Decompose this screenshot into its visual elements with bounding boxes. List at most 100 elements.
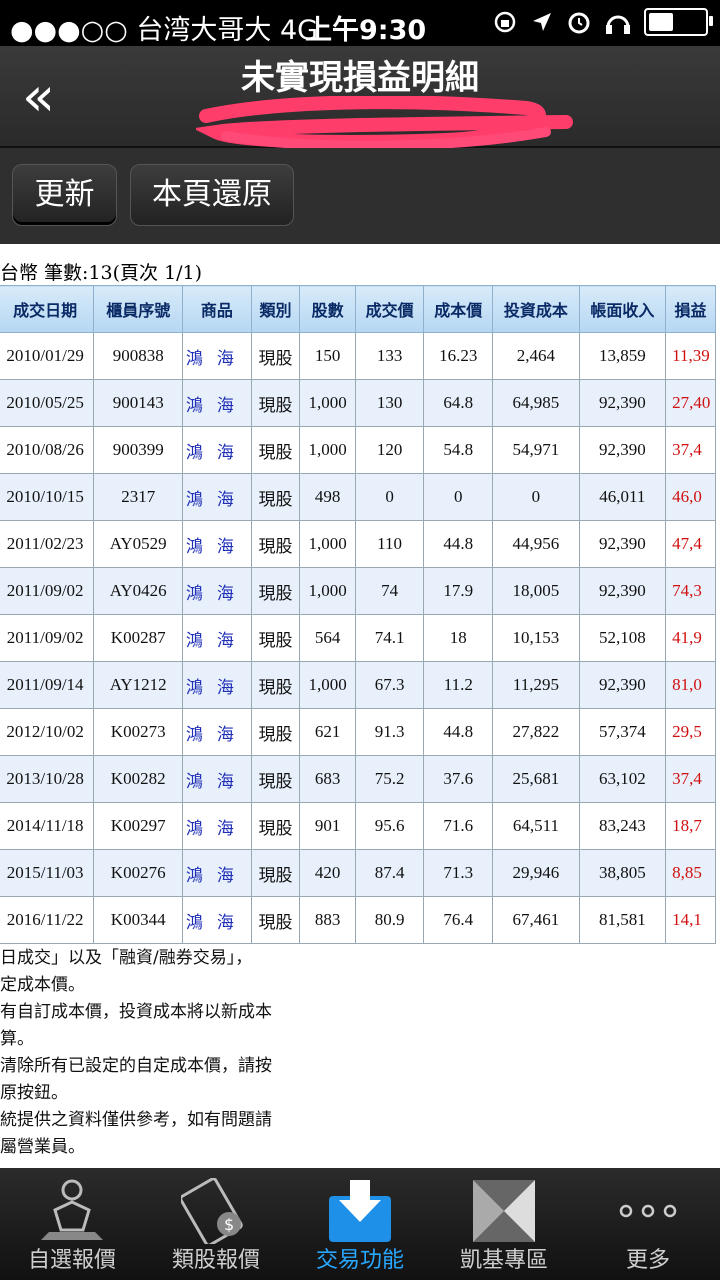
cell-profit-loss: 14,1 (665, 896, 716, 944)
cell-investment-cost: 10,153 (492, 614, 580, 662)
status-time: 上午9:30 (305, 15, 427, 46)
column-header-cost-price: 成本價 (423, 285, 494, 333)
cell-trade-price: 91.3 (354, 708, 425, 756)
table-row[interactable]: 2011/09/14 AY1212 鴻海 現股 1,000 67.3 11.2 11,295 9… (0, 661, 716, 709)
table-row[interactable]: 2010/01/29 900838 鴻海 現股 150 133 16.23 2,464 13,8… (0, 332, 716, 380)
cell-investment-cost: 27,822 (492, 708, 580, 756)
cell-investment-cost: 64,985 (492, 379, 580, 427)
refresh-button[interactable]: 更新 (12, 164, 117, 226)
tab-label: 自選報價 (27, 1248, 116, 1273)
cell-book-income: 57,374 (578, 708, 667, 756)
cell-book-income: 92,390 (578, 661, 667, 709)
note-line: 定成本價。 (0, 975, 85, 995)
cell-book-income: 81,581 (578, 896, 667, 944)
cell-trade-price: 67.3 (354, 661, 425, 709)
tab-kgi-zone[interactable]: 凱基專區 (432, 1168, 576, 1280)
headphones-icon (606, 15, 630, 34)
table-header-row: 成交日期 櫃員序號 商品 類別 股數 成交價 成本價 投資成本 帳面收入 損益 (0, 285, 716, 333)
cell-trade-price: 133 (354, 332, 425, 380)
table-row[interactable]: 2016/11/22 K00344 鴻海 現股 883 80.9 76.4 67,461 81,… (0, 896, 716, 944)
cell-product: 鴻海 (182, 520, 252, 568)
cell-trade-price: 80.9 (354, 896, 425, 944)
tab-trading[interactable]: 交易功能 (288, 1168, 432, 1280)
cell-trade-price: 95.6 (354, 802, 425, 850)
cell-shares: 1,000 (299, 567, 356, 615)
cell-teller-serial: 2317 (93, 473, 184, 521)
cell-category: 現股 (250, 708, 301, 756)
cell-date: 2011/09/14 (0, 661, 95, 709)
table-row[interactable]: 2011/02/23 AY0529 鴻海 現股 1,000 110 44.8 44,956 92… (0, 520, 716, 568)
cell-teller-serial: K00297 (93, 802, 184, 850)
rotation-lock-icon (494, 11, 516, 33)
cell-category: 現股 (250, 332, 301, 380)
cell-product: 鴻海 (182, 849, 252, 897)
table-row[interactable]: 2012/10/02 K00273 鴻海 現股 621 91.3 44.8 27,822 57,… (0, 708, 716, 756)
cell-investment-cost: 54,971 (492, 426, 580, 474)
kgi-logo-icon (473, 1180, 535, 1242)
cell-investment-cost: 64,511 (492, 802, 580, 850)
tab-sector-quotes[interactable]: $ 類股報價 (144, 1168, 288, 1280)
cell-category: 現股 (250, 849, 301, 897)
cell-category: 現股 (250, 520, 301, 568)
cell-cost-price: 18 (423, 614, 494, 662)
status-bar: ●●●○○ 台湾大哥大 4G 上午9:30 (0, 0, 720, 46)
cell-shares: 621 (299, 708, 356, 756)
cell-teller-serial: AY0426 (93, 567, 184, 615)
column-header-product: 商品 (182, 285, 252, 333)
cell-cost-price: 64.8 (423, 379, 494, 427)
cell-book-income: 92,390 (578, 379, 667, 427)
cell-category: 現股 (250, 614, 301, 662)
note-line: 日成交」以及「融資/融券交易」， (0, 948, 253, 968)
cell-profit-loss: 29,5 (665, 708, 716, 756)
table-row[interactable]: 2010/10/15 2317 鴻海 現股 498 0 0 0 46,011 46,0 (0, 473, 716, 521)
cell-category: 現股 (250, 896, 301, 944)
carrier-name: 台湾大哥大 (136, 15, 272, 46)
cell-cost-price: 44.8 (423, 520, 494, 568)
table-row[interactable]: 2013/10/28 K00282 鴻海 現股 683 75.2 37.6 25,681 63,… (0, 755, 716, 803)
table-row[interactable]: 2015/11/03 K00276 鴻海 現股 420 87.4 71.3 29,946 38,… (0, 849, 716, 897)
signal-indicator: ●●●○○ (10, 15, 128, 46)
cell-cost-price: 11.2 (423, 661, 494, 709)
tab-watchlist[interactable]: 自選報價 (0, 1168, 144, 1280)
tab-more[interactable]: 更多 (576, 1168, 720, 1280)
table-row[interactable]: 2014/11/18 K00297 鴻海 現股 901 95.6 71.6 64,511 83,… (0, 802, 716, 850)
unrealized-pnl-table: 成交日期 櫃員序號 商品 類別 股數 成交價 成本價 投資成本 帳面收入 損益 2010/01/2… (0, 285, 716, 944)
cell-category: 現股 (250, 426, 301, 474)
note-line: 統提供之資料僅供參考，如有問題請 (0, 1110, 272, 1130)
column-header-trade-price: 成交價 (354, 285, 425, 333)
cell-investment-cost: 44,956 (492, 520, 580, 568)
cell-investment-cost: 11,295 (492, 661, 580, 709)
cell-investment-cost: 67,461 (492, 896, 580, 944)
note-line: 清除所有已設定的自定成本價，請按 (0, 1056, 272, 1076)
tab-label: 更多 (625, 1248, 670, 1273)
cell-product: 鴻海 (182, 708, 252, 756)
cell-cost-price: 16.23 (423, 332, 494, 380)
cell-trade-price: 74 (354, 567, 425, 615)
cell-investment-cost: 29,946 (492, 849, 580, 897)
cell-book-income: 52,108 (578, 614, 667, 662)
cell-teller-serial: AY0529 (93, 520, 184, 568)
cell-category: 現股 (250, 755, 301, 803)
restore-page-button[interactable]: 本頁還原 (130, 164, 294, 226)
cell-teller-serial: K00344 (93, 896, 184, 944)
column-header-category: 類別 (250, 285, 301, 333)
person-chart-icon (41, 1179, 103, 1240)
cell-product: 鴻海 (182, 473, 252, 521)
cell-date: 2012/10/02 (0, 708, 95, 756)
table-row[interactable]: 2010/08/26 900399 鴻海 現股 1,000 120 54.8 54,971 92… (0, 426, 716, 474)
cell-trade-price: 120 (354, 426, 425, 474)
cell-book-income: 13,859 (578, 332, 667, 380)
cell-investment-cost: 25,681 (492, 755, 580, 803)
table-row[interactable]: 2010/05/25 900143 鴻海 現股 1,000 130 64.8 64,985 92… (0, 379, 716, 427)
cell-date: 2010/10/15 (0, 473, 95, 521)
cell-cost-price: 54.8 (423, 426, 494, 474)
cell-shares: 1,000 (299, 379, 356, 427)
column-header-book-income: 帳面收入 (578, 285, 667, 333)
column-header-date: 成交日期 (0, 285, 95, 333)
table-row[interactable]: 2011/09/02 K00287 鴻海 現股 564 74.1 18 10,153 52,10… (0, 614, 716, 662)
cell-product: 鴻海 (182, 755, 252, 803)
cell-product: 鴻海 (182, 567, 252, 615)
navigation-bar: « 未實現損益明細 (0, 46, 720, 151)
table-row[interactable]: 2011/09/02 AY0426 鴻海 現股 1,000 74 17.9 18,005 92,… (0, 567, 716, 615)
redaction-scribble (196, 96, 573, 151)
